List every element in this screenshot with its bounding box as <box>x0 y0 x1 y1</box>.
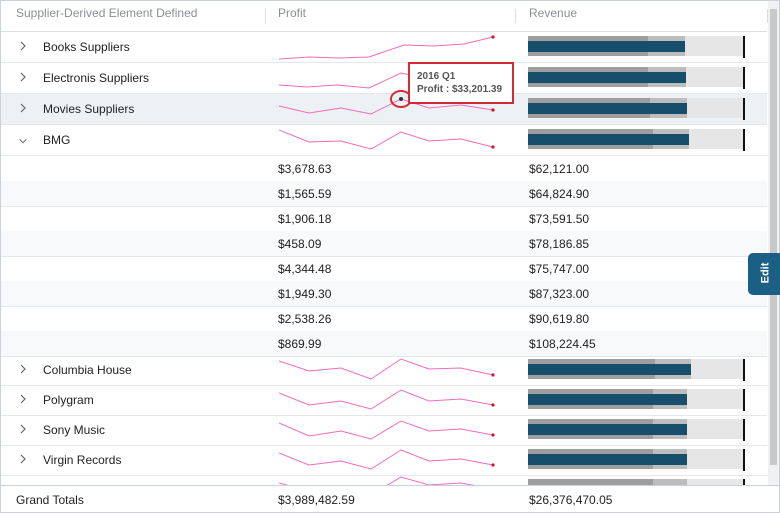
scrollbar-thumb[interactable] <box>770 9 777 465</box>
totals-profit: $3,989,482.59 <box>278 493 355 507</box>
sparkline-tooltip: 2016 Q1 Profit : $33,201.39 <box>408 62 514 104</box>
chevron-right-icon[interactable] <box>18 102 28 114</box>
row-label: Books Suppliers <box>43 40 130 54</box>
profit-sparkline[interactable] <box>279 355 499 385</box>
data-point-marker[interactable] <box>399 97 403 101</box>
revenue-value: $90,619.80 <box>529 312 590 326</box>
grand-totals-row: Grand Totals $3,989,482.59 $26,376,470.0… <box>1 485 779 512</box>
revenue-value: $108,224.45 <box>529 337 596 351</box>
column-header-element[interactable]: Supplier-Derived Element Defined <box>16 6 197 20</box>
profit-value: $1,906.18 <box>278 212 332 226</box>
column-divider[interactable] <box>515 9 516 23</box>
profit-value: $4,344.48 <box>278 262 332 276</box>
tooltip-profit: Profit : $33,201.39 <box>417 84 503 95</box>
chevron-right-icon[interactable] <box>18 40 28 52</box>
chevron-right-icon[interactable] <box>18 71 28 83</box>
detail-row[interactable]: $3,678.63 $62,121.00 <box>1 156 767 182</box>
revenue-value: $73,591.50 <box>529 212 590 226</box>
detail-row[interactable]: $869.99 $108,224.45 <box>1 331 767 357</box>
revenue-bullet[interactable] <box>528 359 748 381</box>
profit-value: $3,678.63 <box>278 162 332 176</box>
row-label: Virgin Records <box>43 453 122 467</box>
row-label: Electronis Suppliers <box>43 71 150 85</box>
revenue-bullet[interactable] <box>528 36 748 58</box>
column-header-profit[interactable]: Profit <box>278 6 306 20</box>
revenue-value: $62,121.00 <box>529 162 590 176</box>
detail-row[interactable]: $458.09 $78,186.85 <box>1 231 767 257</box>
revenue-value: $78,186.85 <box>529 237 590 251</box>
revenue-bullet[interactable] <box>528 389 748 411</box>
profit-value: $869.99 <box>278 337 322 351</box>
tree-row[interactable]: BMG <box>1 125 767 156</box>
edit-tab[interactable]: Edit <box>748 253 780 295</box>
column-divider[interactable] <box>265 9 266 23</box>
totals-label: Grand Totals <box>16 493 84 507</box>
chevron-right-icon[interactable] <box>18 423 28 435</box>
row-label: Polygram <box>43 393 94 407</box>
chevron-right-icon[interactable] <box>18 363 28 375</box>
chevron-right-icon[interactable] <box>18 393 28 405</box>
profit-value: $2,538.26 <box>278 312 332 326</box>
totals-revenue: $26,376,470.05 <box>529 493 613 507</box>
profit-sparkline[interactable] <box>279 415 499 445</box>
profit-sparkline[interactable] <box>279 32 499 62</box>
tree-row[interactable]: Movies Suppliers <box>1 94 767 125</box>
profit-sparkline[interactable] <box>279 445 499 475</box>
tree-row[interactable]: Virgin Records <box>1 445 767 476</box>
profit-sparkline[interactable] <box>279 125 499 155</box>
row-label: Movies Suppliers <box>43 102 135 116</box>
tree-row[interactable]: Books Suppliers <box>1 32 767 63</box>
revenue-bullet[interactable] <box>528 419 748 441</box>
tree-row[interactable]: Sony Music <box>1 415 767 446</box>
revenue-value: $75,747.00 <box>529 262 590 276</box>
tree-row[interactable]: Electronis Suppliers <box>1 63 767 94</box>
chevron-right-icon[interactable] <box>18 453 28 465</box>
revenue-bullet[interactable] <box>528 129 748 151</box>
revenue-bullet[interactable] <box>528 67 748 89</box>
profit-sparkline[interactable] <box>279 385 499 415</box>
chevron-down-icon[interactable] <box>18 135 28 147</box>
detail-row[interactable]: $1,565.59 $64,824.90 <box>1 181 767 207</box>
revenue-bullet[interactable] <box>528 449 748 471</box>
profit-value: $1,949.30 <box>278 287 332 301</box>
vertical-scrollbar[interactable] <box>768 1 779 485</box>
grid-header: Supplier-Derived Element Defined Profit … <box>1 1 768 32</box>
detail-row[interactable]: $2,538.26 $90,619.80 <box>1 306 767 332</box>
profit-value: $458.09 <box>278 237 322 251</box>
detail-row[interactable]: $4,344.48 $75,747.00 <box>1 256 767 282</box>
supplier-grid: Supplier-Derived Element Defined Profit … <box>0 0 780 513</box>
revenue-value: $87,323.00 <box>529 287 590 301</box>
detail-row[interactable]: $1,906.18 $73,591.50 <box>1 206 767 232</box>
row-label: Sony Music <box>43 423 106 437</box>
row-label: BMG <box>43 133 71 147</box>
edit-tab-label: Edit <box>759 262 772 284</box>
tree-row[interactable]: Polygram <box>1 385 767 416</box>
detail-row[interactable]: $1,949.30 $87,323.00 <box>1 281 767 307</box>
profit-value: $1,565.59 <box>278 187 332 201</box>
revenue-bullet[interactable] <box>528 98 748 120</box>
column-header-revenue[interactable]: Revenue <box>529 6 577 20</box>
row-label: Columbia House <box>43 363 132 377</box>
tree-row[interactable]: Columbia House <box>1 355 767 386</box>
revenue-value: $64,824.90 <box>529 187 590 201</box>
tooltip-period: 2016 Q1 <box>417 71 456 82</box>
